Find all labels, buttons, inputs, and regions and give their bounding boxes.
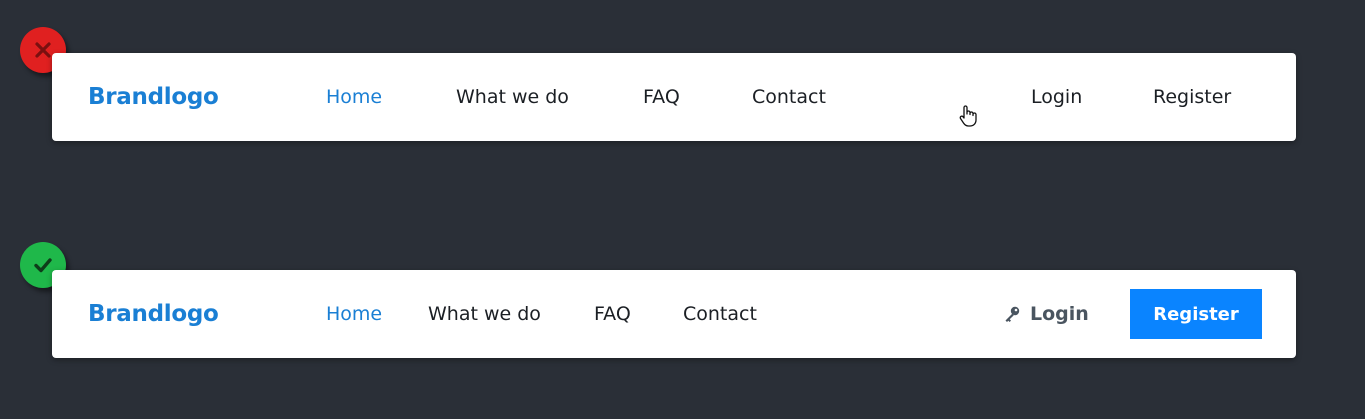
navbar-bad-example: Brandlogo Home What we do FAQ Contact Lo… (52, 53, 1296, 141)
close-icon (32, 39, 54, 61)
nav-link-faq[interactable]: FAQ (643, 86, 680, 108)
nav-link-what-we-do[interactable]: What we do (456, 86, 569, 108)
nav-link-contact[interactable]: Contact (683, 303, 757, 325)
register-button[interactable]: Register (1130, 289, 1262, 339)
nav-link-home[interactable]: Home (326, 86, 382, 108)
nav-link-home[interactable]: Home (326, 303, 382, 325)
nav-link-what-we-do[interactable]: What we do (428, 303, 541, 325)
key-icon (1003, 305, 1021, 323)
login-label: Login (1030, 303, 1089, 325)
nav-link-contact[interactable]: Contact (752, 86, 826, 108)
navbar-good-example: Brandlogo Home What we do FAQ Contact Lo… (52, 270, 1296, 358)
nav-link-faq[interactable]: FAQ (594, 303, 631, 325)
brand-logo[interactable]: Brandlogo (88, 301, 219, 327)
nav-link-login[interactable]: Login (1031, 86, 1082, 108)
nav-link-register[interactable]: Register (1153, 86, 1231, 108)
hand-pointer-icon (958, 104, 978, 128)
login-link[interactable]: Login (1003, 303, 1089, 325)
check-icon (32, 254, 54, 276)
brand-logo[interactable]: Brandlogo (88, 84, 219, 110)
